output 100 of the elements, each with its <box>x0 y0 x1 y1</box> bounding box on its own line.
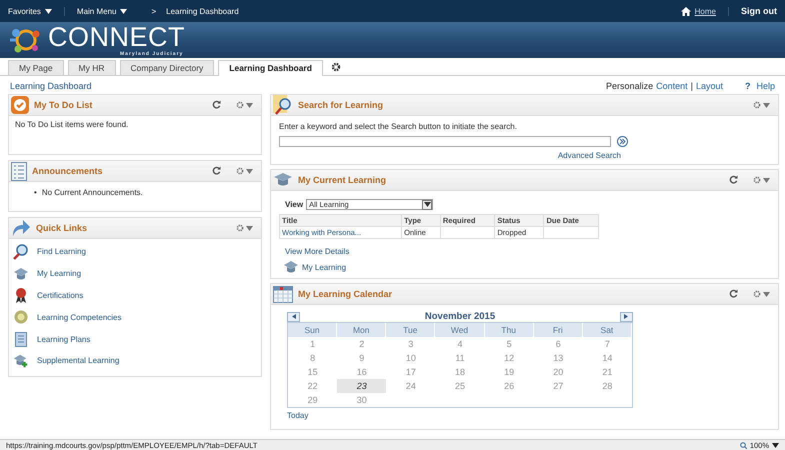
quick-link[interactable]: Find Learning <box>37 247 86 256</box>
calendar-day[interactable]: 14 <box>582 351 632 365</box>
document-icon <box>15 332 27 347</box>
settings-icon[interactable] <box>330 62 341 72</box>
calendar-day[interactable]: 22 <box>288 379 338 393</box>
calendar-day[interactable]: 16 <box>337 365 386 379</box>
calendar-day[interactable]: 20 <box>534 365 583 379</box>
calendar-day[interactable]: 1 <box>288 337 338 351</box>
calendar-day[interactable]: 18 <box>435 365 485 379</box>
view-more-details-link[interactable]: View More Details <box>271 239 778 256</box>
weekday-label: Sat <box>582 323 632 337</box>
settings-menu-button[interactable] <box>751 100 772 110</box>
weekday-label: Fri <box>534 323 583 337</box>
calendar-day[interactable]: 10 <box>386 351 436 365</box>
quick-link[interactable]: Learning Plans <box>37 334 90 344</box>
home-link[interactable]: Home <box>680 6 729 16</box>
calendar-day[interactable]: 15 <box>288 365 338 379</box>
portlet-title: My Current Learning <box>298 175 388 185</box>
layout-link[interactable]: Layout <box>696 81 723 91</box>
content-link[interactable]: Content <box>656 81 688 91</box>
weekday-label: Mon <box>337 323 386 337</box>
calendar-day[interactable]: 2 <box>337 337 386 351</box>
graduation-cap-icon <box>283 260 299 274</box>
calendar-day[interactable]: 23 <box>337 379 386 393</box>
quick-link[interactable]: My Learning <box>37 269 82 278</box>
calendar-day[interactable]: 13 <box>534 351 583 365</box>
calendar-day[interactable]: 7 <box>582 337 632 351</box>
announcement-item: No Current Announcements. <box>42 188 143 197</box>
help-icon[interactable]: ? <box>744 81 750 91</box>
empty-message: No To Do List items were found. <box>15 120 128 129</box>
weekday-label: Tue <box>386 323 436 337</box>
calendar-day[interactable]: 17 <box>386 365 436 379</box>
search-icon <box>273 95 293 115</box>
quick-link[interactable]: Supplemental Learning <box>37 356 120 366</box>
tab[interactable]: Company Directory <box>120 60 214 75</box>
next-month-button[interactable] <box>620 312 633 322</box>
settings-menu-button[interactable] <box>751 289 772 299</box>
quick-link[interactable]: Certifications <box>37 290 84 300</box>
table-cell <box>440 226 495 238</box>
caret-icon <box>246 102 253 108</box>
help-link[interactable]: Help <box>756 81 775 91</box>
calendar-day[interactable]: 3 <box>386 337 436 351</box>
today-link[interactable]: Today <box>287 411 633 420</box>
main-menu[interactable]: Main Menu <box>76 6 140 16</box>
home-icon <box>680 6 691 16</box>
calendar-day[interactable]: 28 <box>582 379 632 393</box>
calendar-day[interactable]: 12 <box>484 351 534 365</box>
refresh-icon[interactable] <box>212 100 221 108</box>
search-field[interactable] <box>279 136 611 147</box>
calendar-day[interactable]: 8 <box>288 351 338 365</box>
instructions-text: Enter a keyword and select the Search button to initiate the search. <box>279 122 517 131</box>
refresh-icon[interactable] <box>729 174 738 184</box>
sign-out-link[interactable]: Sign out <box>741 6 777 16</box>
calendar-day[interactable]: 30 <box>337 393 386 407</box>
calendar-day[interactable]: 21 <box>582 365 632 379</box>
breadcrumb[interactable]: Learning Dashboard <box>166 6 239 16</box>
right-arrow-icon <box>624 314 628 319</box>
caret-icon <box>120 8 128 14</box>
previous-month-button[interactable] <box>287 312 300 322</box>
calendar-day[interactable]: 6 <box>534 337 583 351</box>
advanced-search-link[interactable]: Advanced Search <box>279 151 621 160</box>
search-go-icon[interactable] <box>617 136 628 147</box>
settings-menu-button[interactable] <box>234 100 255 110</box>
calendar-day[interactable]: 24 <box>386 379 436 393</box>
calendar-day[interactable]: 11 <box>435 351 485 365</box>
refresh-icon[interactable] <box>212 166 221 174</box>
calendar-day[interactable]: 9 <box>337 351 386 365</box>
portlet-title: My To Do List <box>34 100 94 110</box>
quick-link[interactable]: Learning Competencies <box>37 312 122 322</box>
calendar-day[interactable]: 19 <box>484 365 534 379</box>
month-title: November 2015 <box>424 311 496 322</box>
logo-title: CONNECT <box>48 24 185 50</box>
graduation-cap-plus-icon <box>13 352 29 369</box>
caret-icon <box>763 102 770 108</box>
calendar-day[interactable]: 5 <box>484 337 534 351</box>
caret-icon <box>44 8 52 14</box>
my-learning-link[interactable]: My Learning <box>302 262 346 272</box>
calendar-icon <box>273 286 293 302</box>
portlet-title: My Learning Calendar <box>298 289 394 299</box>
favorites-menu[interactable]: Favorites <box>8 6 65 16</box>
award-ribbon-icon <box>15 287 27 304</box>
calendar-day[interactable]: 26 <box>484 379 534 393</box>
page-title: Learning Dashboard <box>10 81 93 91</box>
left-arrow-icon <box>292 314 296 319</box>
calendar-day[interactable]: 29 <box>288 393 338 407</box>
tab[interactable]: My HR <box>68 60 116 75</box>
settings-menu-button[interactable] <box>234 166 255 176</box>
breadcrumb-separator: > <box>151 6 156 16</box>
settings-menu-button[interactable] <box>751 175 772 185</box>
graduation-cap-icon <box>13 266 29 281</box>
calendar-day[interactable]: 4 <box>435 337 485 351</box>
tab[interactable]: My Page <box>8 60 64 75</box>
portlet-title: Search for Learning <box>298 100 384 110</box>
gear-icon <box>753 176 761 184</box>
settings-menu-button[interactable] <box>234 223 255 233</box>
calendar-day[interactable]: 27 <box>534 379 583 393</box>
refresh-icon[interactable] <box>729 288 738 298</box>
tab[interactable]: Learning Dashboard <box>218 60 323 76</box>
caret-icon <box>246 226 253 230</box>
calendar-day[interactable]: 25 <box>435 379 485 393</box>
